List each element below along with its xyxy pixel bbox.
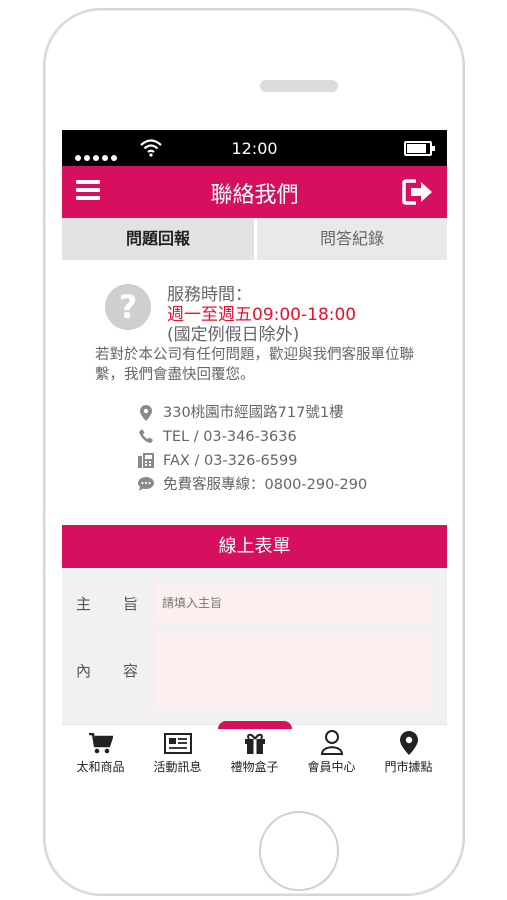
user-icon <box>293 725 370 755</box>
contact-hotline-text[interactable]: 免費客服專線：0800-290-290 <box>163 475 367 495</box>
fax-icon <box>138 453 154 469</box>
nav-item-events[interactable]: 活動訊息 <box>139 725 216 782</box>
logout-icon[interactable] <box>402 178 434 206</box>
subject-input[interactable] <box>154 584 432 622</box>
service-hours-note: (國定例假日除外) <box>167 325 300 345</box>
contact-fax-text: FAX / 03-326-6599 <box>163 453 298 469</box>
nav-item-products[interactable]: 太和商品 <box>62 725 139 782</box>
subject-label-char-1: 主 <box>76 595 92 613</box>
nav-item-gifts[interactable]: 禮物盒子 <box>216 725 293 782</box>
battery-icon <box>404 141 435 156</box>
nav-label-stores: 門市據點 <box>384 760 433 774</box>
subject-label: 主 旨 <box>76 593 138 614</box>
cart-icon <box>62 725 139 755</box>
content-textarea[interactable] <box>154 632 432 710</box>
map-pin-icon <box>138 405 154 421</box>
online-form: 主 旨 內 容 <box>62 568 447 724</box>
app-screen: 12:00 聯絡我們 問題回報 問答紀錄 ? 服務時間： 週一至週五09:00-… <box>62 130 447 782</box>
nav-label-member: 會員中心 <box>307 760 356 774</box>
chat-icon <box>138 477 154 493</box>
bottom-nav: 太和商品 活動訊息 禮物盒子 會員中心 門市據點 <box>62 721 447 782</box>
tab-bar: 問題回報 問答紀錄 <box>62 218 447 260</box>
service-description: 若對於本公司有任何問題，歡迎與我們客服單位聯繫，我們會盡快回覆您。 <box>95 347 414 383</box>
content-label-char-1: 內 <box>76 662 92 680</box>
gift-icon <box>216 725 293 755</box>
status-bar: 12:00 <box>62 130 447 166</box>
nav-item-member[interactable]: 會員中心 <box>293 725 370 782</box>
question-circle-icon: ? <box>105 284 151 330</box>
app-header: 聯絡我們 <box>62 166 447 218</box>
phone-icon <box>138 429 154 445</box>
home-button[interactable] <box>259 811 339 891</box>
status-time: 12:00 <box>231 139 278 158</box>
online-form-title: 線上表單 <box>62 525 447 568</box>
nav-label-gifts: 禮物盒子 <box>230 760 279 774</box>
phone-speaker <box>260 80 338 92</box>
contact-phone-text[interactable]: TEL / 03-346-3636 <box>163 427 297 447</box>
page-title: 聯絡我們 <box>210 183 299 208</box>
subject-label-char-2: 旨 <box>122 595 138 613</box>
nav-item-stores[interactable]: 門市據點 <box>370 725 447 782</box>
newspaper-icon <box>139 725 216 755</box>
nav-label-products: 太和商品 <box>76 760 125 774</box>
contact-address-text: 330桃園市經國路717號1樓 <box>163 405 344 421</box>
nav-label-events: 活動訊息 <box>153 760 202 774</box>
content-label-char-2: 容 <box>122 662 138 680</box>
content-label: 內 容 <box>76 660 138 681</box>
tab-qa-history[interactable]: 問答紀錄 <box>257 218 447 260</box>
location-pin-icon <box>370 725 447 755</box>
tab-issue-report[interactable]: 問題回報 <box>62 218 254 260</box>
service-info: ? 服務時間： 週一至週五09:00-18:00 (國定例假日除外) 若對於本公… <box>62 260 447 525</box>
